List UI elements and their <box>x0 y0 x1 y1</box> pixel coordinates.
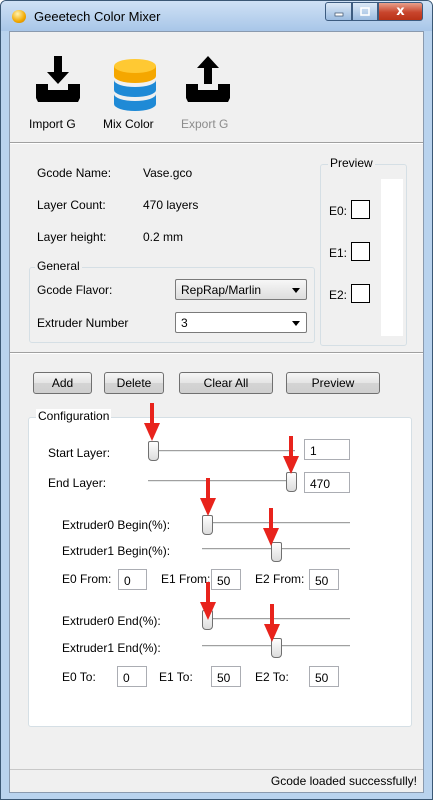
annotation-arrow-icon <box>263 508 279 546</box>
annotation-arrow-icon <box>144 403 160 441</box>
toolbar-separator <box>10 142 423 144</box>
preview-button[interactable]: Preview <box>286 372 380 394</box>
gcode-flavor-select[interactable]: RepRap/Marlin <box>175 279 307 300</box>
annotation-arrow-icon <box>264 604 280 642</box>
extruder0-begin-label: Extruder0 Begin(%): <box>62 518 171 532</box>
app-window: Geeetech Color Mixer x Import G Mix Colo… <box>0 0 433 800</box>
title-bar[interactable]: Geeetech Color Mixer x <box>1 1 432 31</box>
app-icon <box>12 10 26 23</box>
e1-preview-label: E1: <box>329 246 348 260</box>
end-layer-label: End Layer: <box>48 476 107 490</box>
status-message: Gcode loaded successfully! <box>270 774 417 788</box>
layer-height-label: Layer height: <box>37 230 107 244</box>
e0-to-label: E0 To: <box>62 670 96 684</box>
layer-count-value: 470 layers <box>143 198 199 212</box>
e2-preview-label: E2: <box>329 288 348 302</box>
e2-color-swatch[interactable] <box>351 284 370 303</box>
start-layer-slider[interactable] <box>148 450 295 453</box>
end-layer-handle[interactable] <box>286 472 297 492</box>
export-icon <box>186 56 230 102</box>
minimize-button[interactable] <box>325 2 352 21</box>
mix-color-button[interactable]: Mix Color <box>100 32 174 137</box>
import-label: Import G <box>29 117 76 131</box>
start-layer-handle[interactable] <box>148 441 159 461</box>
extruder1-end-label: Extruder1 End(%): <box>62 641 161 655</box>
e0-from-input[interactable]: 0 <box>118 569 147 590</box>
maximize-icon <box>360 6 370 16</box>
database-icon <box>114 59 156 111</box>
e2-from-label: E2 From: <box>255 572 305 586</box>
general-group-title: General <box>35 259 82 273</box>
annotation-arrow-icon <box>200 582 216 620</box>
import-button[interactable]: Import G <box>24 32 86 137</box>
end-layer-slider[interactable] <box>148 480 295 483</box>
chevron-down-icon <box>292 288 300 293</box>
minimize-icon <box>334 12 343 16</box>
maximize-button[interactable] <box>352 2 378 21</box>
main-panel: Import G Mix Color Export G Gcode Name: … <box>9 31 424 793</box>
extruder1-begin-label: Extruder1 Begin(%): <box>62 544 171 558</box>
gcode-name-label: Gcode Name: <box>37 166 112 180</box>
extruder0-begin-handle[interactable] <box>202 515 213 535</box>
extruder-number-value: 3 <box>181 316 188 330</box>
e0-from-label: E0 From: <box>62 572 112 586</box>
mix-color-label: Mix Color <box>103 117 154 131</box>
end-layer-input[interactable]: 470 <box>304 472 350 493</box>
status-bar: Gcode loaded successfully! <box>10 769 423 792</box>
gcode-flavor-label: Gcode Flavor: <box>37 283 113 297</box>
e0-preview-label: E0: <box>329 204 348 218</box>
e0-color-swatch[interactable] <box>351 200 370 219</box>
annotation-arrow-icon <box>200 478 216 516</box>
extruder-number-select[interactable]: 3 <box>175 312 307 333</box>
start-layer-input[interactable]: 1 <box>304 439 350 460</box>
e1-to-input[interactable]: 50 <box>211 666 241 687</box>
configuration-title: Configuration <box>36 409 112 423</box>
gcode-name-value: Vase.gco <box>143 166 193 180</box>
e1-to-label: E1 To: <box>159 670 193 684</box>
layer-count-label: Layer Count: <box>37 198 106 212</box>
e2-from-input[interactable]: 50 <box>309 569 339 590</box>
close-button[interactable]: x <box>378 2 423 21</box>
add-button[interactable]: Add <box>33 372 92 394</box>
close-icon: x <box>396 4 405 19</box>
export-label: Export G <box>181 117 229 131</box>
preview-strip <box>381 179 403 336</box>
e2-to-input[interactable]: 50 <box>309 666 339 687</box>
start-layer-label: Start Layer: <box>48 446 111 460</box>
extruder0-end-label: Extruder0 End(%): <box>62 614 161 628</box>
preview-group-title: Preview <box>328 156 375 170</box>
export-button[interactable]: Export G <box>176 32 242 137</box>
annotation-arrow-icon <box>283 436 299 474</box>
import-icon <box>36 56 80 102</box>
e2-to-label: E2 To: <box>255 670 289 684</box>
chevron-down-icon <box>292 321 300 326</box>
gcode-flavor-value: RepRap/Marlin <box>181 283 262 297</box>
layer-height-value: 0.2 mm <box>143 230 184 244</box>
extruder-number-label: Extruder Number <box>37 316 129 330</box>
section-separator <box>10 352 423 354</box>
window-title: Geeetech Color Mixer <box>34 9 161 24</box>
e1-color-swatch[interactable] <box>351 242 370 261</box>
delete-button[interactable]: Delete <box>104 372 164 394</box>
e0-to-input[interactable]: 0 <box>117 666 147 687</box>
clear-all-button[interactable]: Clear All <box>179 372 273 394</box>
